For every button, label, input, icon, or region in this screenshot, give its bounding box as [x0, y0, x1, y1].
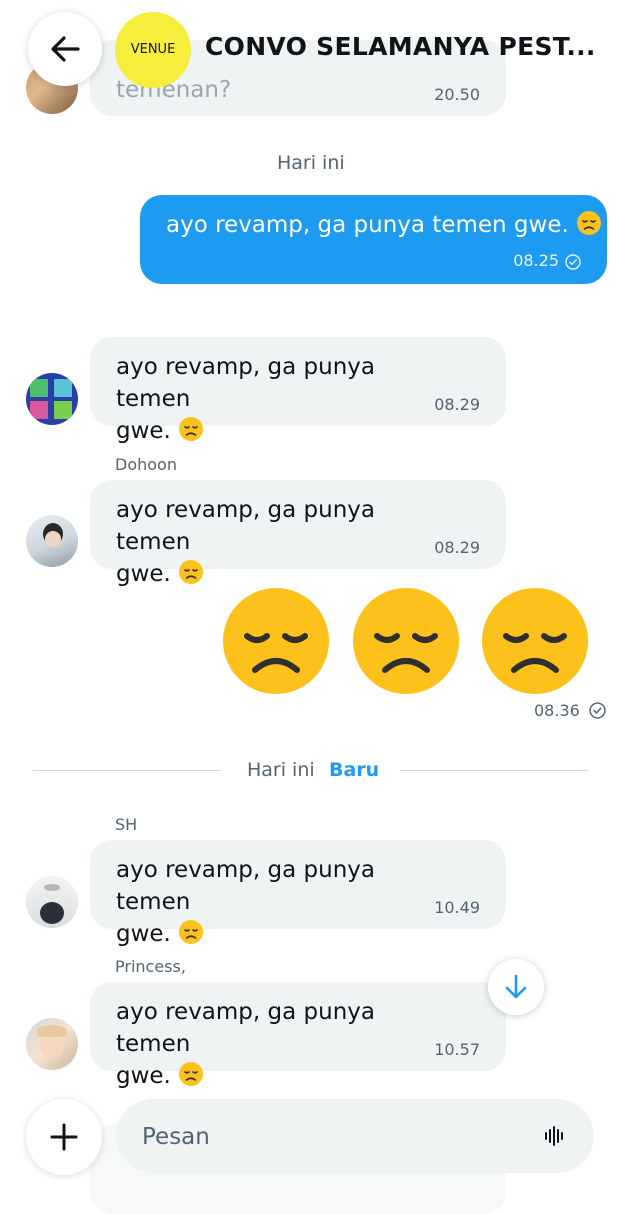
- read-check-icon: [565, 254, 581, 270]
- outgoing-emoji-message[interactable]: [220, 586, 598, 696]
- message-text: ayo revamp, ga punya temen gwe.: [116, 494, 416, 590]
- date-separator: Hari ini: [277, 152, 345, 174]
- message-line: ayo revamp, ga punya temen: [116, 354, 375, 412]
- message-line: gwe.: [116, 561, 171, 587]
- message-time: 08.29: [434, 538, 480, 557]
- message-line: gwe.: [116, 1063, 171, 1089]
- plus-icon: [50, 1123, 78, 1151]
- message-time: 08.36: [534, 701, 580, 720]
- incoming-message-bubble[interactable]: ayo revamp, ga punya temen gwe. 08.29: [90, 337, 506, 444]
- message-line: ayo revamp, ga punya temen: [116, 857, 375, 915]
- disappointed-face-emoji-icon: [179, 1062, 204, 1086]
- avatar[interactable]: [26, 1018, 78, 1070]
- sender-name: SH: [115, 815, 138, 834]
- disappointed-face-emoji-icon: [223, 588, 329, 694]
- message-text-content: ayo revamp, ga punya temen gwe.: [166, 212, 569, 238]
- disappointed-face-emoji-icon: [577, 211, 602, 235]
- message-text: ayo revamp, ga punya temen gwe.: [166, 209, 602, 241]
- voice-wave-icon[interactable]: [544, 1125, 566, 1147]
- back-arrow-icon: [51, 36, 80, 62]
- scroll-to-bottom-button[interactable]: [488, 959, 544, 1015]
- sender-name: Dohoon: [115, 455, 177, 474]
- disappointed-face-emoji-icon: [179, 417, 204, 441]
- message-time: 08.29: [434, 395, 480, 414]
- message-time: 08.25: [513, 251, 559, 270]
- new-messages-label: Baru: [329, 759, 380, 781]
- message-time: 10.49: [434, 898, 480, 917]
- incoming-message-bubble[interactable]: ayo revamp, ga punya temen gwe. 10.57: [90, 982, 506, 1089]
- message-text: ayo revamp, ga punya temen gwe.: [116, 996, 416, 1092]
- message-line: gwe.: [116, 921, 171, 947]
- incoming-message-bubble[interactable]: ayo revamp, ga punya temen gwe. 10.49: [90, 840, 506, 947]
- group-avatar-badge[interactable]: VENUE: [115, 12, 191, 88]
- divider-line-left: [33, 770, 221, 771]
- message-composer[interactable]: [116, 1099, 594, 1175]
- message-input[interactable]: [140, 1099, 524, 1175]
- avatar[interactable]: [26, 515, 78, 567]
- message-time: 10.57: [434, 1040, 480, 1059]
- sender-name: Princess,: [115, 957, 186, 976]
- message-line: ayo revamp, ga punya temen: [116, 497, 375, 555]
- incoming-message-bubble[interactable]: ayo revamp, ga punya temen gwe. 08.29: [90, 480, 506, 587]
- back-button[interactable]: [28, 12, 102, 86]
- disappointed-face-emoji-icon: [353, 588, 459, 694]
- outgoing-message-bubble[interactable]: ayo revamp, ga punya temen gwe. 08.25: [140, 195, 607, 284]
- avatar[interactable]: [26, 876, 78, 928]
- disappointed-face-emoji-icon: [179, 560, 204, 584]
- avatar[interactable]: [26, 373, 78, 425]
- conversation-title[interactable]: CONVO SELAMANYA PEST...: [205, 32, 596, 61]
- message-text: ayo revamp, ga punya temen gwe.: [116, 854, 416, 950]
- add-attachment-button[interactable]: [26, 1099, 102, 1175]
- message-line: ayo revamp, ga punya temen: [116, 999, 375, 1057]
- message-line: gwe.: [116, 418, 171, 444]
- disappointed-face-emoji-icon: [179, 920, 204, 944]
- message-time: 20.50: [434, 85, 480, 104]
- message-text: ayo revamp, ga punya temen gwe.: [116, 351, 416, 447]
- date-separator: Hari ini: [247, 759, 315, 781]
- disappointed-face-emoji-icon: [482, 588, 588, 694]
- arrow-down-icon: [505, 974, 527, 999]
- divider-line-right: [400, 770, 588, 771]
- read-check-icon: [589, 702, 606, 719]
